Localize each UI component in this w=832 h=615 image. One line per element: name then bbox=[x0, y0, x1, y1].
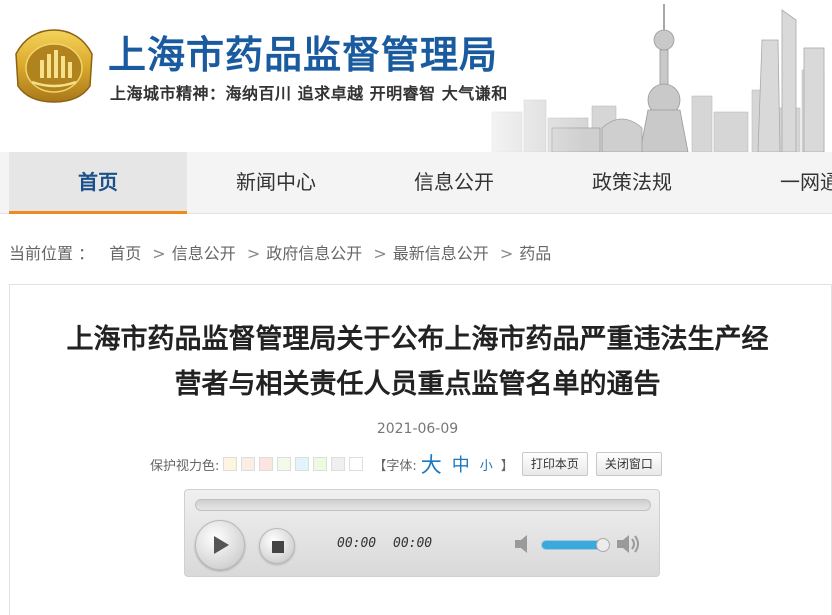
breadcrumb: 当前位置 ： 首页 > 信息公开 > 政府信息公开 > 最新信息公开 > 药品 bbox=[9, 240, 551, 264]
volume-slider[interactable] bbox=[541, 538, 610, 552]
article-title: 上海市药品监督管理局关于公布上海市药品严重违法生产经 营者与相关责任人员重点监管… bbox=[10, 317, 825, 407]
color-swatch-7[interactable] bbox=[331, 457, 346, 471]
color-swatch-4[interactable] bbox=[277, 457, 292, 471]
color-swatch-6[interactable] bbox=[313, 457, 328, 471]
sh-drug-admin-emblem-icon bbox=[15, 29, 93, 103]
audio-current-time: 00:00 bbox=[337, 536, 377, 551]
nav-item-policy-regulations[interactable]: 政策法规 bbox=[543, 152, 721, 214]
main-nav: 首页 新闻中心 信息公开 政策法规 一网通 bbox=[0, 152, 832, 214]
breadcrumb-separator: > bbox=[246, 244, 261, 263]
color-swatch-2[interactable] bbox=[241, 457, 256, 471]
breadcrumb-link-latest-info[interactable]: 最新信息公开 bbox=[393, 244, 489, 263]
nav-item-home[interactable]: 首页 bbox=[9, 152, 187, 214]
article-title-line-2: 营者与相关责任人员重点监管名单的通告 bbox=[174, 369, 661, 400]
breadcrumb-link-drugs[interactable]: 药品 bbox=[519, 244, 551, 263]
eye-protection-color-label: 保护视力色: bbox=[150, 458, 220, 474]
breadcrumb-prefix: 当前位置 ： bbox=[9, 244, 95, 263]
stop-button[interactable] bbox=[259, 528, 295, 564]
audio-progress-bar[interactable] bbox=[195, 499, 651, 511]
site-header: 上海市药品监督管理局 上海城市精神：海纳百川 追求卓越 开明睿智 大气谦和 bbox=[0, 0, 832, 152]
site-slogan: 上海城市精神：海纳百川 追求卓越 开明睿智 大气谦和 bbox=[110, 84, 508, 103]
volume-max-icon[interactable] bbox=[615, 530, 641, 558]
play-icon bbox=[214, 536, 229, 554]
nav-item-info-disclosure[interactable]: 信息公开 bbox=[365, 152, 543, 214]
audio-player: 00:00 00:00 bbox=[184, 489, 660, 577]
stop-icon bbox=[272, 541, 284, 553]
breadcrumb-link-gov-info-disclosure[interactable]: 政府信息公开 bbox=[266, 244, 362, 263]
nav-item-one-net-service[interactable]: 一网通 bbox=[721, 152, 832, 214]
nav-item-news-center[interactable]: 新闻中心 bbox=[187, 152, 365, 214]
shanghai-skyline-image bbox=[452, 0, 832, 152]
audio-duration: 00:00 bbox=[393, 536, 433, 551]
article-date: 2021-06-09 bbox=[376, 421, 459, 437]
site-title: 上海市药品监督管理局 bbox=[108, 33, 499, 77]
color-swatch-1[interactable] bbox=[223, 457, 238, 471]
breadcrumb-link-info-disclosure[interactable]: 信息公开 bbox=[172, 244, 236, 263]
font-size-medium-link[interactable]: 中 bbox=[452, 451, 470, 477]
play-button[interactable] bbox=[195, 520, 245, 570]
font-size-label: 【字体: bbox=[373, 458, 417, 474]
volume-slider-knob[interactable] bbox=[596, 538, 610, 552]
breadcrumb-separator: > bbox=[373, 244, 387, 263]
article-card: 上海市药品监督管理局关于公布上海市药品严重违法生产经 营者与相关责任人员重点监管… bbox=[9, 284, 832, 615]
article-title-line-1: 上海市药品监督管理局关于公布上海市药品严重违法生产经 bbox=[66, 324, 769, 355]
font-size-bracket-end: 】 bbox=[500, 458, 514, 474]
close-window-button[interactable]: 关闭窗口 bbox=[595, 452, 662, 476]
print-page-button[interactable]: 打印本页 bbox=[521, 452, 588, 476]
font-size-large-link[interactable]: 大 bbox=[421, 449, 442, 479]
color-swatch-5[interactable] bbox=[295, 457, 310, 471]
color-swatch-8[interactable] bbox=[349, 457, 364, 471]
eye-protection-swatches bbox=[223, 457, 367, 471]
breadcrumb-link-home[interactable]: 首页 bbox=[109, 244, 141, 263]
font-size-small-link[interactable]: 小 bbox=[480, 455, 493, 474]
volume-mute-icon[interactable] bbox=[513, 532, 535, 556]
color-swatch-3[interactable] bbox=[259, 457, 274, 471]
breadcrumb-separator: > bbox=[499, 244, 514, 263]
article-tools: 保护视力色: 【字体: 大 中 小 】 打印本页 关闭窗口 bbox=[150, 451, 662, 477]
breadcrumb-separator: > bbox=[152, 244, 166, 263]
